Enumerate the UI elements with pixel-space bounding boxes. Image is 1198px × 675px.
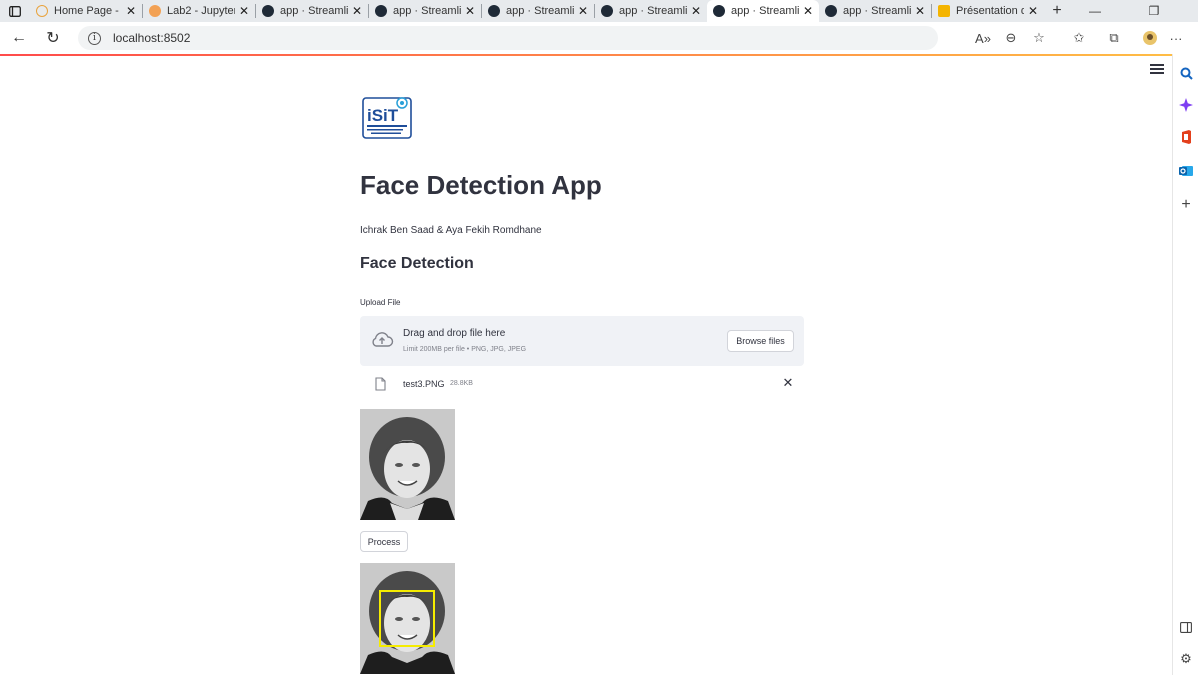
close-tab-icon[interactable]: ✕ — [239, 4, 249, 18]
file-dropzone[interactable]: Drag and drop file here Limit 200MB per … — [360, 316, 804, 366]
browser-tab[interactable]: app · Streamlit ✕ — [369, 0, 481, 22]
streamlit-icon — [262, 5, 274, 17]
tab-title: Lab2 - Jupyter — [167, 5, 235, 17]
remove-file-button[interactable]: ✕ — [782, 375, 794, 391]
browser-tab[interactable]: app · Streamlit ✕ — [595, 0, 707, 22]
browser-tab[interactable]: app · Streamlit ✕ — [707, 0, 819, 22]
cloud-upload-icon — [372, 332, 394, 347]
browser-tab[interactable]: app · Streamlit ✕ — [482, 0, 594, 22]
streamlit-icon — [713, 5, 725, 17]
close-tab-icon[interactable]: ✕ — [352, 4, 362, 18]
svg-text:iSiT: iSiT — [367, 106, 399, 125]
outlook-icon[interactable] — [1179, 164, 1193, 178]
slides-icon — [938, 5, 950, 17]
streamlit-icon — [601, 5, 613, 17]
uploaded-file-row: test3.PNG 28.8KB ✕ — [360, 374, 804, 394]
add-sidebar-app-icon[interactable]: + — [1179, 196, 1193, 213]
close-tab-icon[interactable]: ✕ — [465, 4, 475, 18]
detected-face-box — [379, 590, 435, 647]
copilot-icon[interactable] — [1179, 98, 1193, 112]
read-aloud-button[interactable]: A» — [968, 22, 998, 54]
search-icon[interactable] — [1179, 66, 1193, 80]
uploaded-image — [360, 409, 455, 520]
streamlit-icon — [375, 5, 387, 17]
close-tab-icon[interactable]: ✕ — [1028, 4, 1038, 18]
tab-title: app · Streamlit — [843, 5, 911, 17]
office-icon[interactable] — [1179, 130, 1193, 144]
add-favorite-icon[interactable]: ☆ — [1024, 22, 1054, 54]
upload-label: Upload File — [360, 298, 401, 307]
tab-title: app · Streamlit — [393, 5, 461, 17]
close-tab-icon[interactable]: ✕ — [803, 4, 813, 18]
section-title: Face Detection — [360, 255, 474, 272]
minimize-button[interactable]: — — [1080, 0, 1110, 22]
jupyter-icon — [149, 5, 161, 17]
browser-tab[interactable]: app · Streamlit ✕ — [256, 0, 368, 22]
back-button[interactable]: ← — [2, 22, 36, 54]
browser-tab[interactable]: app · Streamlit ✕ — [819, 0, 931, 22]
tab-actions-button[interactable] — [0, 0, 30, 22]
file-icon — [375, 377, 386, 391]
close-tab-icon[interactable]: ✕ — [691, 4, 701, 18]
collections-icon[interactable]: ⧉ — [1099, 22, 1129, 54]
favorites-icon[interactable]: ✩ — [1064, 22, 1094, 54]
profile-avatar[interactable] — [1135, 22, 1165, 54]
tab-title: app · Streamlit — [731, 5, 799, 17]
browser-tab[interactable]: Lab2 - Jupyter ✕ — [143, 0, 255, 22]
tab-title: app · Streamlit — [280, 5, 348, 17]
new-tab-button[interactable]: + — [1044, 0, 1070, 22]
tab-title: Présentation d — [956, 5, 1024, 17]
browser-tab-strip: Home Page - S ✕ Lab2 - Jupyter ✕ app · Strea… — [0, 0, 1198, 22]
settings-more-icon[interactable]: ··· — [1164, 22, 1188, 54]
edge-sidebar: + ⚙ — [1172, 54, 1198, 675]
main-menu-icon[interactable] — [1150, 64, 1164, 76]
page-title: Face Detection App — [360, 170, 602, 200]
streamlit-icon — [488, 5, 500, 17]
browser-tab[interactable]: Home Page - S ✕ — [30, 0, 142, 22]
authors-text: Ichrak Ben Saad & Aya Fekih Romdhane — [360, 225, 542, 236]
tab-title: app · Streamlit — [619, 5, 687, 17]
file-name: test3.PNG — [403, 379, 445, 389]
streamlit-icon — [825, 5, 837, 17]
url-field[interactable]: i localhost:8502 — [78, 26, 938, 50]
browser-tab[interactable]: Présentation d ✕ — [932, 0, 1044, 22]
isit-logo: iSiT — [360, 94, 416, 142]
dropzone-limit-text: Limit 200MB per file • PNG, JPG, JPEG — [403, 346, 527, 353]
close-tab-icon[interactable]: ✕ — [126, 4, 136, 18]
url-text: localhost:8502 — [113, 31, 191, 45]
zoom-icon[interactable]: ⊖ — [996, 22, 1026, 54]
sidebar-settings-icon[interactable]: ⚙ — [1179, 651, 1193, 666]
process-button[interactable]: Process — [360, 531, 408, 552]
sidebar-panel-icon[interactable] — [1179, 620, 1193, 634]
dropzone-title: Drag and drop file here — [403, 328, 506, 339]
browse-files-button[interactable]: Browse files — [727, 330, 794, 352]
spinner-icon — [36, 5, 48, 17]
result-image — [360, 563, 455, 674]
refresh-button[interactable]: ↻ — [36, 22, 70, 54]
tab-actions-icon — [9, 5, 21, 17]
close-tab-icon[interactable]: ✕ — [578, 4, 588, 18]
tab-title: app · Streamlit — [506, 5, 574, 17]
restore-button[interactable]: ❐ — [1139, 0, 1169, 22]
tab-title: Home Page - S — [54, 5, 122, 17]
close-tab-icon[interactable]: ✕ — [915, 4, 925, 18]
streamlit-page: iSiT Face Detection App Ichrak Ben Saad … — [0, 56, 1172, 675]
file-size: 28.8KB — [450, 380, 473, 387]
site-info-icon[interactable]: i — [88, 31, 101, 45]
